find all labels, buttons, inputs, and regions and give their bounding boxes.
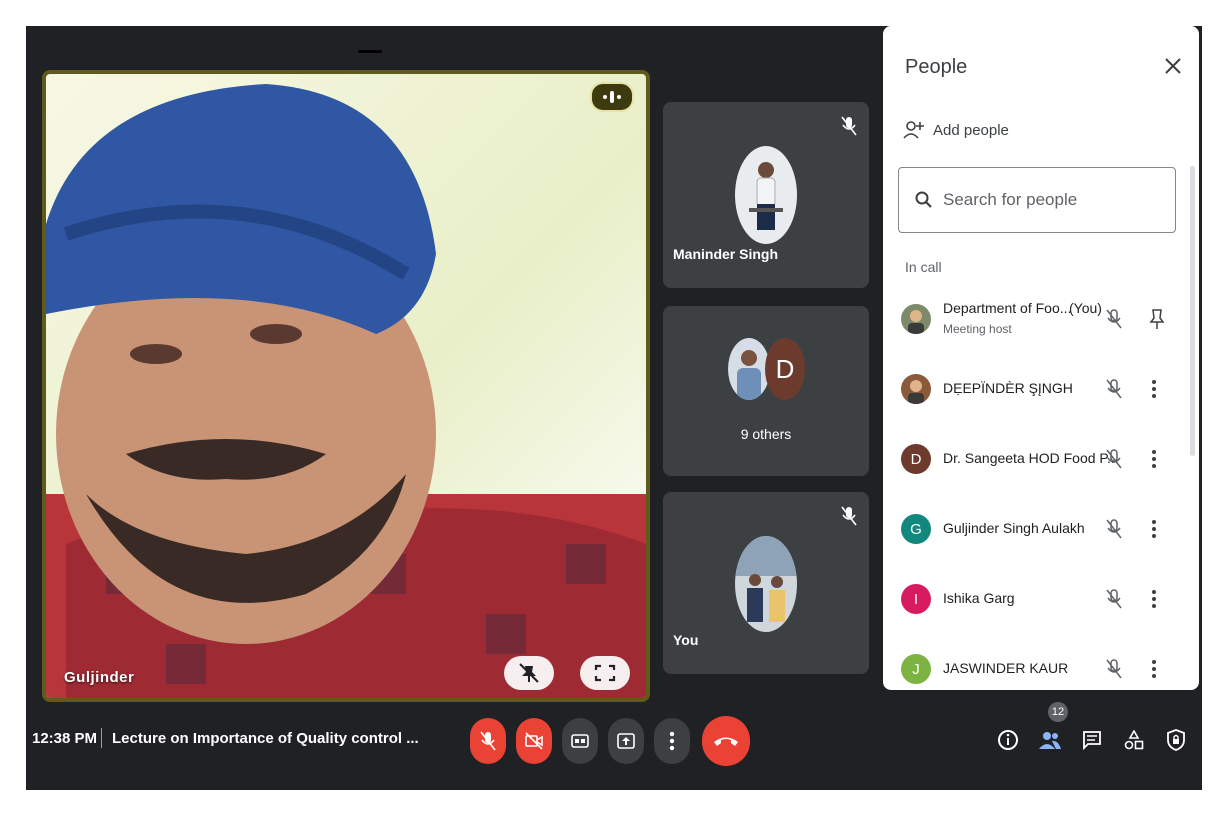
chat-icon [1083,731,1101,750]
search-people-input[interactable]: Search for people [898,167,1176,233]
participant-name: Department of Foo... [943,300,1072,316]
avatar-you [735,536,797,632]
pin-icon[interactable] [1149,308,1165,330]
add-people-button[interactable]: Add people [903,120,1009,140]
mic-off-icon [841,116,857,136]
present-screen-icon [617,733,635,749]
mic-off-icon[interactable] [1105,658,1123,680]
fullscreen-icon [594,664,616,682]
info-icon [998,730,1018,750]
mic-off-icon[interactable] [1105,518,1123,540]
main-speaker-tile[interactable]: Guljinder [42,70,650,702]
participant-name: DẸEPÏNDÈR ŞĮNGH [943,380,1073,396]
bottom-toolbar: 12:38 PM Lecture on Importance of Qualit… [26,702,1202,790]
people-button[interactable] [1038,728,1062,752]
camera-notch [358,50,382,53]
speaking-indicator-icon [590,82,634,112]
captions-icon [571,734,589,748]
chat-button[interactable] [1080,728,1104,752]
participant-row[interactable]: I Ishika Garg [883,570,1183,630]
participant-tile-others[interactable]: D 9 others [663,306,869,476]
hang-up-icon [714,737,738,746]
participant-tile-maninder[interactable]: Maninder Singh [663,102,869,288]
panel-scrollbar[interactable] [1190,166,1195,456]
people-icon [1039,732,1061,749]
mic-off-icon [841,506,857,526]
panel-title: People [905,56,968,78]
leave-call-button[interactable] [702,716,750,766]
main-tile-name: Guljinder [64,669,135,686]
others-count-label: 9 others [740,426,792,442]
participant-name: JASWINDER KAUR [943,660,1069,676]
participant-row[interactable]: G Guljinder Singh Aulakh [883,500,1183,560]
more-vert-icon[interactable] [1151,658,1161,680]
participant-avatar: I [901,584,931,614]
divider [101,728,102,748]
more-options-button[interactable] [654,718,690,764]
avatar-maninder [735,146,797,244]
unpin-button[interactable] [504,656,554,690]
unpin-icon [519,663,539,683]
participant-row[interactable]: DẸEPÏNDÈR ŞĮNGH [883,360,1183,420]
participant-tile-you[interactable]: You [663,492,869,674]
present-button[interactable] [608,718,644,764]
host-controls-button[interactable] [1164,728,1188,752]
mic-off-icon [480,731,496,751]
more-vert-icon[interactable] [1151,588,1161,610]
add-people-label: Add people [933,121,1009,139]
tile-name-maninder: Maninder Singh [673,246,778,262]
activities-icon [1124,730,1144,750]
in-call-heading: In call [905,259,942,275]
avatar-others-letter: D [765,338,805,400]
meet-window: Guljinder Maninder Singh D 9 others You … [26,26,1202,790]
participant-row[interactable]: J JASWINDER KAUR [883,640,1183,690]
people-panel: People Add people Search for people In c… [883,26,1199,690]
clock-time: 12:38 PM [32,730,98,747]
participant-avatar: J [901,654,931,684]
camera-toggle-button[interactable] [516,718,552,764]
meeting-title: Lecture on Importance of Quality control… [112,730,419,747]
more-vert-icon[interactable] [1151,518,1161,540]
more-vert-icon [669,731,675,751]
you-label: (You) [1069,300,1102,316]
participant-avatar: D [901,444,931,474]
participant-avatar [901,304,931,334]
close-icon[interactable] [1163,56,1183,76]
participant-name: Ishika Garg [943,590,1015,606]
camera-off-icon [525,732,543,750]
participant-row[interactable]: Department of Foo... (You) Meeting host [883,290,1183,350]
participant-role: Meeting host [943,322,1012,336]
mic-off-icon[interactable] [1105,308,1123,330]
add-person-icon [903,121,924,139]
participant-row[interactable]: D Dr. Sangeeta HOD Food P... [883,430,1183,490]
meeting-details-button[interactable] [996,728,1020,752]
participant-count-badge: 12 [1048,702,1068,722]
fullscreen-button[interactable] [580,656,630,690]
participant-avatar [901,374,931,404]
participant-name: Dr. Sangeeta HOD Food P... [943,450,1119,466]
avatar-others-photo [728,338,770,400]
participant-avatar: G [901,514,931,544]
shield-lock-icon [1167,729,1185,751]
search-icon [915,191,932,208]
activities-button[interactable] [1122,728,1146,752]
participant-name: Guljinder Singh Aulakh [943,520,1085,536]
mic-toggle-button[interactable] [470,718,506,764]
captions-button[interactable] [562,718,598,764]
mic-off-icon[interactable] [1105,378,1123,400]
more-vert-icon[interactable] [1151,448,1161,470]
mic-off-icon[interactable] [1105,448,1123,470]
tile-name-you: You [673,632,699,648]
speaker-video [46,84,646,698]
mic-off-icon[interactable] [1105,588,1123,610]
search-placeholder: Search for people [943,190,1078,209]
more-vert-icon[interactable] [1151,378,1161,400]
